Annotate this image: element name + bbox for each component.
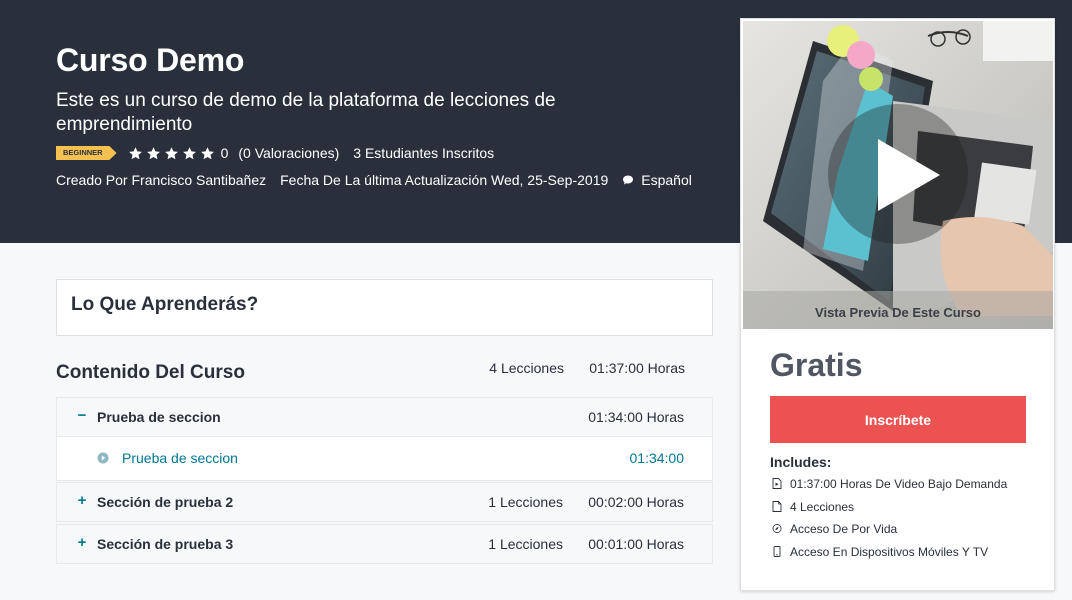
star-icon: [182, 146, 197, 161]
video-file-icon: [772, 478, 782, 489]
course-subtitle: Este es un curso de demo de la plataform…: [56, 90, 556, 135]
students-count: 3 Estudiantes Inscritos: [353, 145, 495, 161]
course-title: Curso Demo: [56, 42, 245, 78]
include-text: Acceso De Por Vida: [790, 522, 898, 536]
section-title: Sección de prueba 3: [97, 536, 234, 552]
lecture-title-link[interactable]: Prueba de seccion: [122, 450, 238, 466]
include-item: Acceso De Por Vida: [770, 519, 1050, 542]
learn-box: Lo Que Aprenderás?: [56, 279, 713, 336]
star-icon: [200, 146, 215, 161]
include-item: Acceso En Dispositivos Móviles Y TV: [770, 542, 1050, 565]
lecture-time: 01:34:00: [629, 450, 685, 466]
section-hours: 00:01:00 Horas: [588, 536, 684, 552]
play-circle-icon: [97, 452, 109, 464]
course-preview[interactable]: Vista Previa De Este Curso: [743, 21, 1053, 329]
total-lessons: 4 Lecciones: [489, 360, 564, 376]
section-header[interactable]: + Sección de prueba 2 1 Lecciones 00:02:…: [57, 483, 712, 521]
creator-text: Creado Por Francisco Santibañez: [56, 172, 267, 188]
section-header[interactable]: + Sección de prueba 3 1 Lecciones 00:01:…: [57, 525, 712, 563]
expand-icon[interactable]: +: [75, 535, 89, 551]
section-title: Prueba de seccion: [97, 409, 221, 425]
rating-stars: [128, 146, 215, 161]
play-icon[interactable]: [878, 139, 940, 211]
course-content-header: Contenido Del Curso 4 Lecciones 01:37:00…: [56, 358, 713, 386]
section-header[interactable]: − Prueba de seccion 01:34:00 Horas: [57, 398, 712, 436]
learn-title: Lo Que Aprenderás?: [71, 294, 259, 315]
rating-value: 0: [220, 145, 229, 161]
course-info: Creado Por Francisco Santibañez Fecha De…: [56, 171, 692, 189]
include-item: 01:37:00 Horas De Video Bajo Demanda: [770, 474, 1050, 497]
includes-title: Includes:: [770, 454, 832, 470]
section-lessons: 1 Lecciones: [488, 536, 563, 552]
expand-icon[interactable]: +: [75, 493, 89, 509]
purchase-card: Vista Previa De Este Curso Gratis Inscrí…: [740, 18, 1055, 591]
enroll-button[interactable]: Inscríbete: [770, 396, 1026, 443]
star-icon: [128, 146, 143, 161]
section-item[interactable]: + Sección de prueba 2 1 Lecciones 00:02:…: [56, 482, 713, 522]
course-content-title: Contenido Del Curso: [56, 362, 245, 383]
compass-icon: [772, 523, 782, 534]
mobile-icon: [772, 545, 782, 557]
price: Gratis: [770, 347, 863, 383]
collapse-icon[interactable]: −: [75, 408, 89, 424]
preview-label: Vista Previa De Este Curso: [815, 305, 981, 320]
section-lessons: 1 Lecciones: [488, 494, 563, 510]
section-item[interactable]: + Sección de prueba 3 1 Lecciones 00:01:…: [56, 524, 713, 564]
include-item: 4 Lecciones: [770, 497, 1050, 520]
section-hours: 00:02:00 Horas: [588, 494, 684, 510]
include-text: Acceso En Dispositivos Móviles Y TV: [790, 544, 989, 559]
lecture-item[interactable]: Prueba de seccion 01:34:00: [57, 436, 712, 480]
star-icon: [164, 146, 179, 161]
total-hours: 01:37:00 Horas: [589, 360, 685, 376]
include-text: 4 Lecciones: [790, 499, 855, 514]
include-text: 01:37:00 Horas De Video Bajo Demanda: [790, 477, 1008, 491]
includes-list: 01:37:00 Horas De Video Bajo Demanda 4 L…: [770, 474, 1050, 564]
section-item[interactable]: − Prueba de seccion 01:34:00 Horas Prueb…: [56, 397, 713, 481]
course-meta: BEGINNER 0 (0 Valoraciones) 3 Estudiante…: [56, 144, 494, 162]
rating-count: (0 Valoraciones): [238, 145, 340, 161]
star-icon: [146, 146, 161, 161]
file-icon: [772, 500, 782, 512]
section-hours: 01:34:00 Horas: [588, 409, 684, 425]
last-updated-text: Fecha De La última Actualización Wed, 25…: [280, 172, 609, 188]
level-badge: BEGINNER: [56, 146, 117, 160]
language-text: Español: [641, 172, 692, 188]
section-title: Sección de prueba 2: [97, 494, 234, 510]
speech-bubble-icon: [622, 174, 634, 186]
